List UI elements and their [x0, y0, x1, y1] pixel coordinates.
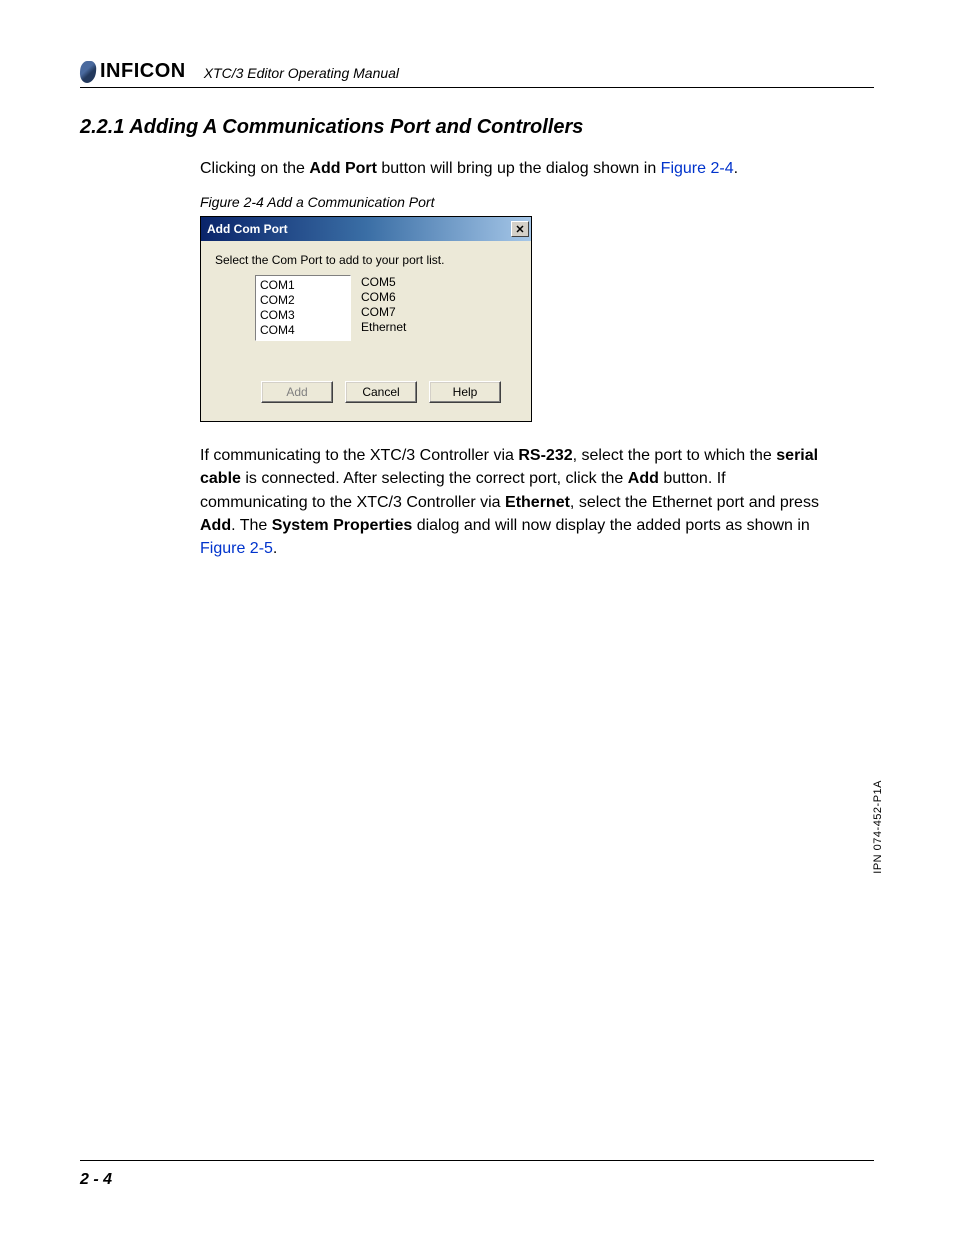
port-option[interactable]: Ethernet [361, 320, 457, 335]
close-button[interactable]: ✕ [511, 221, 529, 237]
page-header: INFICON XTC/3 Editor Operating Manual [80, 60, 874, 88]
page-number: 2 - 4 [80, 1171, 112, 1188]
dialog-title: Add Com Port [207, 222, 288, 236]
document-title: XTC/3 Editor Operating Manual [204, 65, 399, 83]
help-button[interactable]: Help [429, 381, 501, 403]
add-com-port-dialog: Add Com Port ✕ Select the Com Port to ad… [200, 216, 532, 422]
dialog-titlebar: Add Com Port ✕ [201, 217, 531, 241]
figure-caption: Figure 2-4 Add a Communication Port [200, 194, 820, 210]
paragraph-2: If communicating to the XTC/3 Controller… [200, 444, 820, 560]
dialog-instruction: Select the Com Port to add to your port … [215, 253, 517, 267]
paragraph-1: Clicking on the Add Port button will bri… [200, 157, 820, 180]
add-button[interactable]: Add [261, 381, 333, 403]
cancel-button[interactable]: Cancel [345, 381, 417, 403]
close-icon: ✕ [515, 223, 524, 236]
port-option[interactable]: COM5 [361, 275, 457, 290]
figure-2-5-link[interactable]: Figure 2-5 [200, 540, 273, 557]
logo-mark-icon [79, 61, 97, 83]
port-list-right: COM5 COM6 COM7 Ethernet [361, 275, 457, 341]
port-option[interactable]: COM4 [260, 323, 346, 338]
port-option[interactable]: COM2 [260, 293, 346, 308]
port-option[interactable]: COM3 [260, 308, 346, 323]
figure-2-4-link[interactable]: Figure 2-4 [661, 160, 734, 177]
section-title: Adding A Communications Port and Control… [129, 116, 583, 138]
port-list-left[interactable]: COM1 COM2 COM3 COM4 [255, 275, 351, 341]
page-footer: 2 - 4 [80, 1160, 874, 1189]
port-option[interactable]: COM1 [260, 278, 346, 293]
section-heading: 2.2.1 Adding A Communications Port and C… [80, 116, 874, 139]
ipn-code: IPN 074-452-P1A [872, 780, 884, 874]
port-option[interactable]: COM7 [361, 305, 457, 320]
section-number: 2.2.1 [80, 116, 124, 138]
logo-text: INFICON [100, 60, 186, 83]
logo: INFICON [80, 60, 186, 83]
port-option[interactable]: COM6 [361, 290, 457, 305]
